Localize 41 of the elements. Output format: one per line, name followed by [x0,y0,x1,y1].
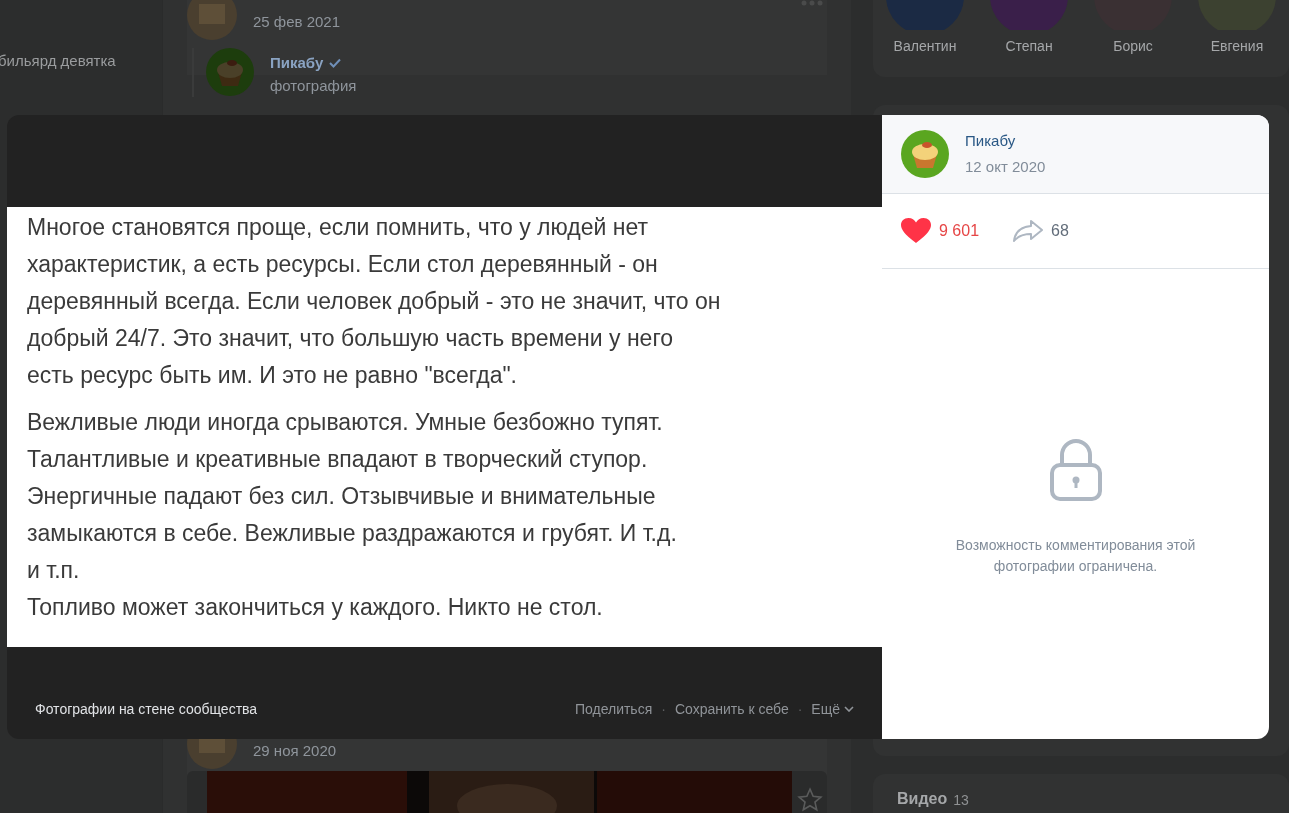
separator-dot: · [661,699,666,719]
avatar-icon [990,0,1068,30]
friend-name[interactable]: Валентин [893,36,957,57]
text-line: Многое становятся проще, если помнить, что у людей нет [27,213,649,242]
avatar-icon [206,48,254,96]
avatar-icon [901,130,949,178]
share-arrow-icon [1013,220,1044,242]
avatar-icon [187,0,237,40]
section-title: Видео [897,789,948,809]
text-line: Вежливые люди иногда срываются. Умные безбожно тупят. [27,408,664,437]
text-line: характеристик, а есть ресурсы. Если стол деревянный - он [27,250,659,279]
text-line: замыкаются в себе. Вежливые раздражаются и грубят. И т.д. [27,519,678,548]
post-subtitle: фотография [270,75,357,96]
friend-name[interactable]: Борис [1113,36,1153,57]
text-line: есть ресурс быть им. И это не равно "всегда". [27,361,518,390]
action-link[interactable]: Поделиться [574,698,653,720]
author-link[interactable]: Пикабу [965,130,1046,153]
more-button[interactable]: Ещё [811,698,854,720]
text-line: Топливо может закончиться у каждого. Никто не стол. [27,593,604,622]
lock-icon [1049,437,1102,501]
post-date: 12 окт 2020 [965,156,1046,177]
text-line: и т.п. [27,556,81,585]
action-link[interactable]: Сохранить к себе [674,698,789,720]
friend-name[interactable]: Евгения [1210,36,1264,57]
author-link[interactable]: Пикабу [270,52,324,75]
chevron-icon [844,706,854,712]
star-icon[interactable] [797,787,823,813]
text-line: Талантливые и креативные впадают в творческий ступор. [27,445,649,474]
post-date: 25 фев 2021 [253,11,341,32]
text-line: деревянный всегда. Если человек добрый - это не значит, что он [27,287,722,316]
friend-name[interactable]: Степан [1005,36,1053,57]
section-count: 13 [953,791,969,810]
heart-icon [901,218,931,244]
text-line: добрый 24/7. Это значит, что большую часть времени у него [27,324,675,353]
album-link[interactable]: Фотографии на стене сообщества [35,698,258,720]
separator-dot: · [797,699,803,719]
share-button[interactable]: 68 [1013,219,1069,243]
post-date: 29 ноя 2020 [253,740,337,761]
comments-notice: Возможность комментирования этой фотографии ограничена. [954,536,1197,576]
like-button[interactable]: 9 601 [901,218,980,244]
text-line: Энергичные падают без сил. Отзывчивые и внимательные [27,482,657,511]
